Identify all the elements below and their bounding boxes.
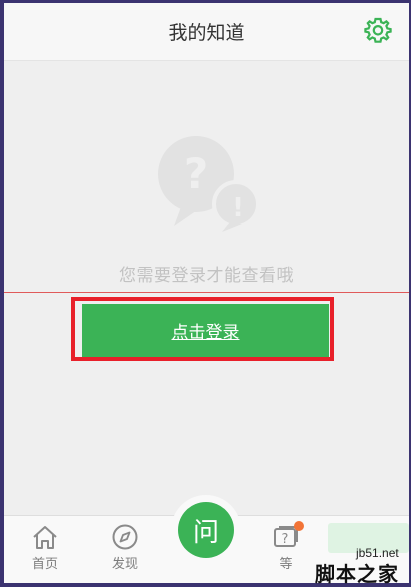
question-bubbles-icon: ? ! <box>158 136 260 232</box>
compass-icon <box>112 524 138 550</box>
home-icon <box>33 526 57 549</box>
app-screen: 我的知道 ? ! 您需要登录才能查看哦 点击登录 首页 发现 ? 等 问 <box>4 3 409 583</box>
tab-answer[interactable]: ? 等 <box>256 524 316 572</box>
svg-text:?: ? <box>184 149 208 198</box>
tab-home[interactable]: 首页 <box>15 524 75 572</box>
ask-question-button[interactable]: 问 <box>178 502 234 558</box>
svg-text:?: ? <box>282 532 289 547</box>
tab-home-label: 首页 <box>31 557 58 572</box>
tab-discover[interactable]: 发现 <box>95 524 155 572</box>
notification-dot <box>294 521 304 531</box>
login-button[interactable]: 点击登录 <box>82 304 329 357</box>
svg-text:!: ! <box>232 193 244 223</box>
red-guide-line <box>4 292 409 293</box>
login-required-message: 您需要登录才能查看哦 <box>119 266 294 286</box>
page-title: 我的知道 <box>168 22 245 44</box>
settings-gear-icon[interactable] <box>364 16 392 44</box>
watermark-name: 脚本之家 <box>315 562 399 586</box>
top-bar: 我的知道 <box>4 3 409 61</box>
tab-discover-label: 发现 <box>111 557 138 572</box>
tab-answer-label: 等 <box>279 557 293 572</box>
